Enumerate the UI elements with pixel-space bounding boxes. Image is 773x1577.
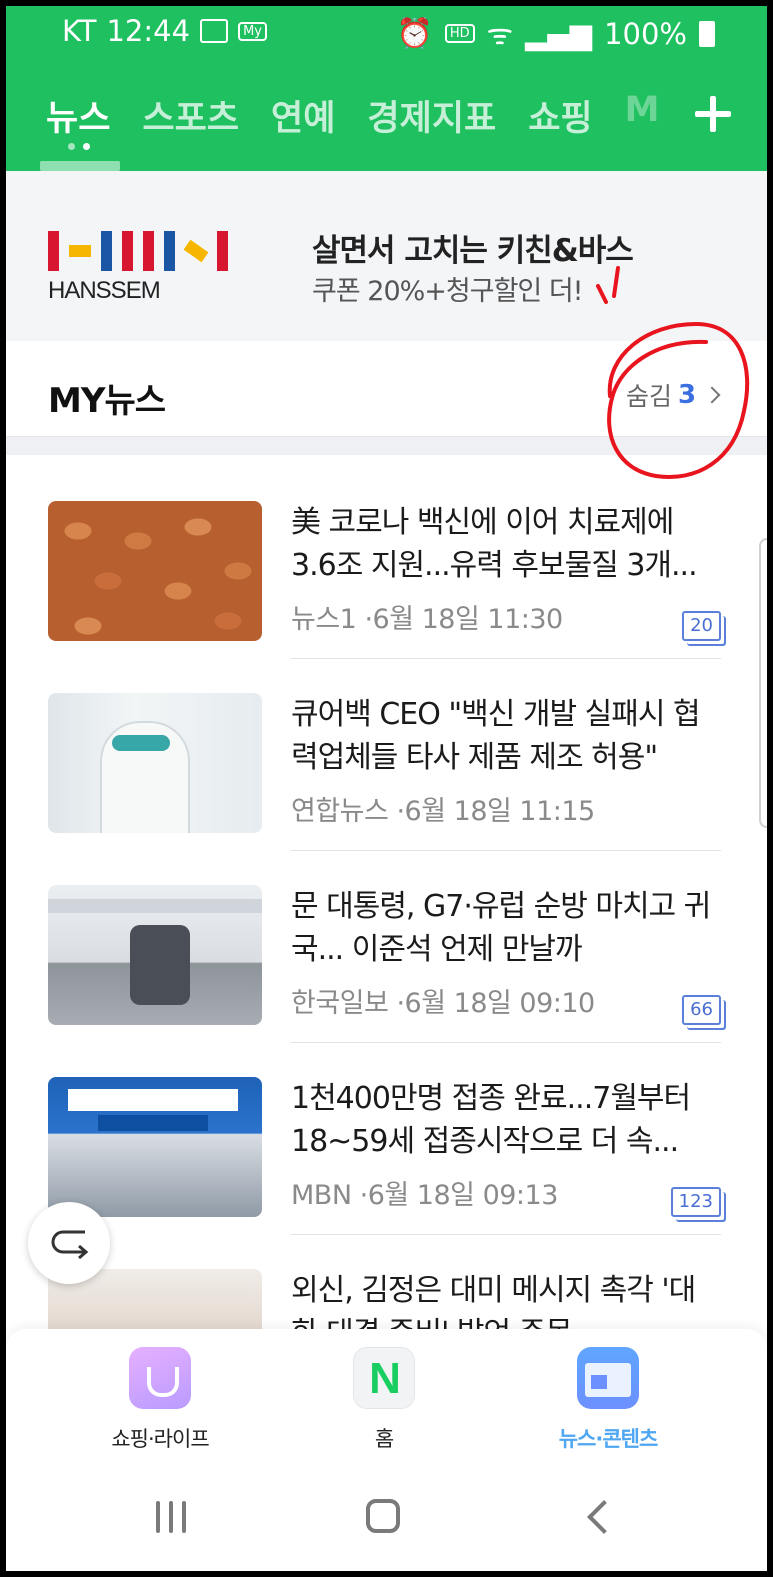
scrollbar[interactable]	[759, 538, 767, 828]
system-navigation-bar	[6, 1497, 767, 1557]
recent-apps-button[interactable]	[156, 1501, 186, 1533]
news-item[interactable]: 큐어백 CEO "백신 개발 실패시 협력업체들 타사 제품 제조 허용" 연합…	[6, 647, 767, 851]
news-meta: MBN ·6월 18일 09:13	[291, 1180, 558, 1211]
chevron-right-icon	[703, 386, 721, 404]
news-item[interactable]: 문 대통령, G7·유럽 순방 마치고 귀국... 이준석 언제 만날까 한국일…	[6, 839, 767, 1043]
home-button[interactable]	[366, 1499, 400, 1533]
hidden-label: 숨김	[626, 382, 673, 411]
news-thumbnail	[48, 693, 262, 833]
nav-shopping-life[interactable]: 쇼핑·라이프	[70, 1347, 250, 1453]
share-button[interactable]	[28, 1202, 110, 1284]
news-title: 1천400만명 접종 완료...7월부터 18~59세 접종시작으로 더 속..…	[291, 1081, 691, 1159]
ad-title: 살면서 고치는 키친&바스	[312, 233, 634, 269]
ad-banner[interactable]: HANSSEM 살면서 고치는 키친&바스 쿠폰 20%+청구할인 더!	[6, 171, 767, 341]
carrier-label: KT	[62, 14, 97, 48]
nav-news-contents[interactable]: 뉴스·콘텐츠	[518, 1347, 698, 1453]
naver-n-icon: N	[353, 1347, 415, 1409]
news-title: 문 대통령, G7·유럽 순방 마치고 귀국... 이준석 언제 만날까	[291, 889, 711, 967]
hidden-news-button[interactable]: 숨김 3	[626, 377, 721, 413]
section-divider	[6, 437, 767, 455]
page-dots	[68, 143, 90, 150]
status-bar: KT 12:44 My ⏰ HD ᯤ ▂▄▆ 100%	[6, 6, 767, 58]
clock: 12:44	[106, 14, 191, 48]
battery-level: 100%	[604, 16, 687, 51]
tab-sports[interactable]: 스포츠	[142, 90, 239, 141]
news-meta: 뉴스1 ·6월 18일 11:30	[291, 604, 563, 635]
news-thumbnail	[48, 1077, 262, 1217]
alarm-icon: ⏰	[396, 16, 433, 50]
news-card-icon	[577, 1347, 639, 1409]
bottom-navigation: 쇼핑·라이프 N 홈 뉴스·콘텐츠	[6, 1329, 767, 1571]
nav-home[interactable]: N 홈	[294, 1347, 474, 1453]
news-item[interactable]: 1천400만명 접종 완료...7월부터 18~59세 접종시작으로 더 속..…	[6, 1031, 767, 1235]
share-arrow-icon	[51, 1230, 89, 1260]
section-title: MY뉴스	[48, 381, 166, 421]
gallery-icon	[200, 19, 229, 43]
top-header: KT 12:44 My ⏰ HD ᯤ ▂▄▆ 100% 뉴스 스포츠 연예 경제…	[6, 6, 767, 171]
add-tab-button[interactable]	[695, 96, 731, 132]
tab-entertainment[interactable]: 연예	[271, 90, 335, 141]
news-thumbnail	[48, 885, 262, 1025]
comment-count-badge[interactable]: 20	[682, 611, 721, 641]
news-thumbnail	[48, 501, 262, 641]
hanssem-logo: HANSSEM	[48, 231, 228, 305]
category-tabs: 뉴스 스포츠 연예 경제지표 쇼핑 M	[46, 90, 659, 141]
nav-label: 홈	[374, 1427, 394, 1451]
phone-screen: KT 12:44 My ⏰ HD ᯤ ▂▄▆ 100% 뉴스 스포츠 연예 경제…	[6, 6, 767, 1571]
back-button[interactable]	[587, 1500, 621, 1534]
news-meta: 한국일보 ·6월 18일 09:10	[291, 988, 595, 1019]
hidden-count: 3	[678, 380, 697, 410]
battery-icon	[699, 20, 715, 47]
comment-count-badge[interactable]: 66	[682, 995, 721, 1025]
news-item[interactable]: 美 코로나 백신에 이어 치료제에 3.6조 지원...유력 후보물질 3개..…	[6, 455, 767, 659]
ad-subtitle: 쿠폰 20%+청구할인 더!	[312, 276, 584, 307]
tab-more[interactable]: M	[625, 90, 660, 141]
tab-economy[interactable]: 경제지표	[367, 90, 496, 141]
nav-label: 뉴스·콘텐츠	[558, 1427, 659, 1451]
my-badge: My	[238, 21, 267, 41]
tab-news[interactable]: 뉴스	[46, 90, 110, 141]
comment-count-badge[interactable]: 123	[670, 1187, 721, 1217]
nav-label: 쇼핑·라이프	[111, 1427, 209, 1451]
wifi-icon: ᯤ	[486, 17, 514, 51]
tab-shopping[interactable]: 쇼핑	[528, 90, 592, 141]
my-news-header: MY뉴스 숨김 3	[6, 341, 767, 437]
shopping-bag-icon	[129, 1347, 191, 1409]
hd-badge: HD	[444, 24, 475, 43]
news-meta: 연합뉴스 ·6월 18일 11:15	[291, 796, 595, 827]
news-title: 큐어백 CEO "백신 개발 실패시 협력업체들 타사 제품 제조 허용"	[291, 697, 701, 775]
signal-icon: ▂▄▆	[525, 16, 593, 51]
news-title: 美 코로나 백신에 이어 치료제에 3.6조 지원...유력 후보물질 3개..…	[291, 505, 698, 583]
active-tab-indicator	[40, 161, 120, 171]
